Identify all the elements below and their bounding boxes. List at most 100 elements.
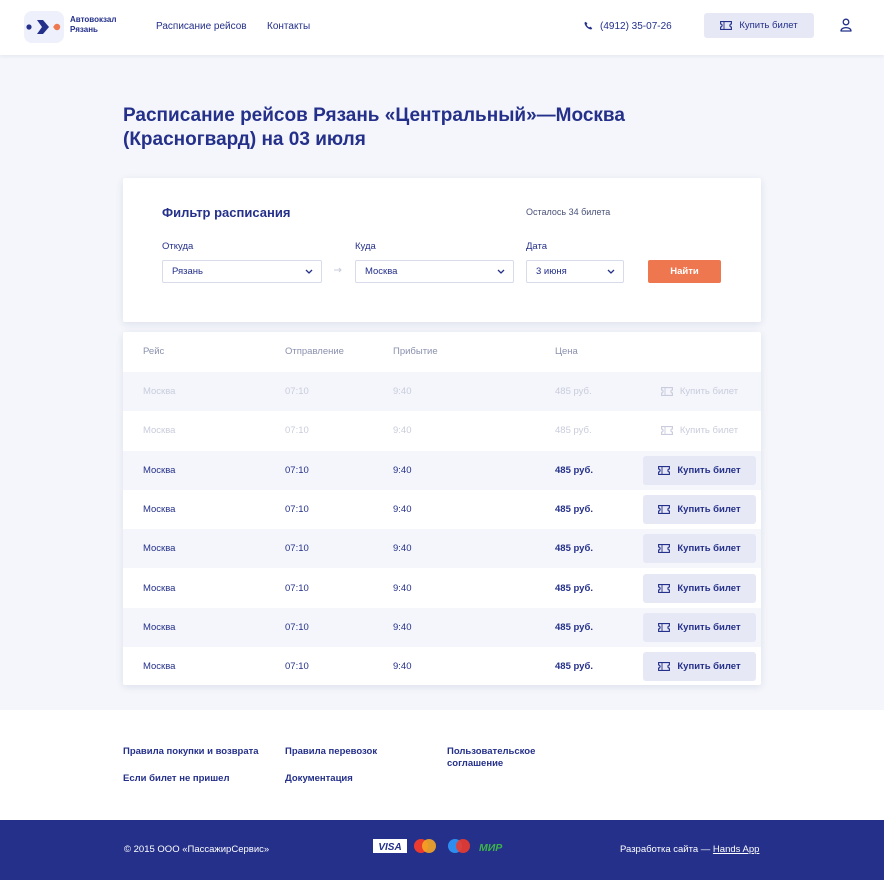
column-header-departure: Отправление — [285, 346, 344, 357]
cell-route: Москва — [143, 464, 176, 476]
from-label: Откуда — [162, 241, 194, 252]
table-row: Москва 07:10 9:40 485 руб. Купить билет — [123, 607, 761, 647]
date-select-value: 3 июня — [536, 266, 567, 277]
buy-ticket-label: Купить билет — [677, 543, 741, 555]
buy-ticket-label: Купить билет — [677, 621, 741, 633]
cell-route: Москва — [143, 582, 176, 594]
footer-bar: © 2015 ООО «ПассажирСервис» VISA МИР Раз… — [0, 820, 884, 880]
logo-icon — [26, 20, 61, 34]
site-header: Автовокзал Рязань Расписание рейсов Конт… — [0, 0, 884, 55]
date-select[interactable]: 3 июня — [526, 260, 624, 283]
table-row: Москва 07:10 9:40 485 руб. Купить билет — [123, 450, 761, 490]
column-header-route: Рейс — [143, 346, 165, 357]
ticket-icon — [658, 544, 671, 554]
visa-icon: VISA — [373, 839, 407, 853]
buy-ticket-button: Купить билет — [643, 416, 756, 445]
cell-arrival: 9:40 — [393, 621, 412, 633]
cell-price: 485 руб. — [555, 503, 593, 515]
cell-arrival: 9:40 — [393, 582, 412, 594]
cell-route: Москва — [143, 386, 176, 397]
svg-text:МИР: МИР — [479, 842, 503, 852]
table-row: Москва 07:10 9:40 485 руб. Купить билет — [123, 411, 761, 450]
header-buy-ticket-label: Купить билет — [739, 20, 798, 31]
to-label: Куда — [355, 241, 376, 252]
buy-ticket-button[interactable]: Купить билет — [643, 652, 756, 682]
buy-ticket-button[interactable]: Купить билет — [643, 534, 756, 564]
ticket-icon — [658, 465, 671, 475]
buy-ticket-button[interactable]: Купить билет — [643, 612, 756, 642]
cell-price: 485 руб. — [555, 582, 593, 594]
cell-price: 485 руб. — [555, 464, 593, 476]
to-select[interactable]: Москва — [355, 260, 514, 283]
cell-arrival: 9:40 — [393, 386, 412, 397]
cell-departure: 07:10 — [285, 661, 309, 673]
cell-departure: 07:10 — [285, 621, 309, 633]
table-row: Москва 07:10 9:40 485 руб. Купить билет — [123, 372, 761, 411]
cell-price: 485 руб. — [555, 661, 593, 673]
from-select[interactable]: Рязань — [162, 260, 322, 283]
user-icon[interactable] — [840, 18, 852, 32]
cell-arrival: 9:40 — [393, 661, 412, 673]
nav-contacts-link[interactable]: Контакты — [267, 21, 310, 32]
buy-ticket-label: Купить билет — [677, 582, 741, 594]
footer-link-user-agreement[interactable]: Пользовательское соглашение — [447, 746, 547, 770]
logo-line2: Рязань — [70, 25, 98, 34]
maestro-icon — [448, 839, 470, 853]
footer-link-ticket-not-received[interactable]: Если билет не пришел — [123, 773, 229, 785]
logo-text: Автовокзал Рязань — [70, 15, 116, 35]
ticket-icon — [658, 622, 671, 632]
cell-arrival: 9:40 — [393, 503, 412, 515]
buy-ticket-button[interactable]: Купить билет — [643, 573, 756, 603]
cell-route: Москва — [143, 425, 176, 437]
logo-line1: Автовокзал — [70, 15, 117, 24]
cell-route: Москва — [143, 621, 176, 633]
footer-link-transport-rules[interactable]: Правила перевозок — [285, 746, 377, 758]
buy-ticket-button[interactable]: Купить билет — [643, 494, 756, 524]
logo[interactable] — [24, 11, 64, 43]
cell-departure: 07:10 — [285, 425, 309, 437]
table-row: Москва 07:10 9:40 485 руб. Купить билет — [123, 529, 761, 569]
developer-credit-prefix: Разработка сайта — — [620, 844, 713, 855]
cell-route: Москва — [143, 661, 176, 673]
cell-price: 485 руб. — [555, 621, 593, 633]
table-header: Рейс Отправление Прибытие Цена — [123, 332, 761, 372]
header-buy-ticket-button[interactable]: Купить билет — [704, 13, 814, 38]
cell-price: 485 руб. — [555, 543, 593, 555]
cell-price: 485 руб. — [555, 425, 592, 437]
footer-link-purchase-rules[interactable]: Правила покупки и возврата — [123, 746, 259, 758]
ticket-icon — [720, 21, 733, 30]
tickets-left: Осталось 34 билета — [526, 207, 611, 217]
ticket-icon — [660, 387, 673, 396]
chevron-down-icon — [305, 269, 313, 274]
buy-ticket-label: Купить билет — [677, 503, 741, 515]
buy-ticket-button[interactable]: Купить билет — [643, 455, 756, 485]
buy-ticket-label: Купить билет — [679, 425, 739, 437]
ticket-icon — [658, 504, 671, 514]
phone-number: (4912) 35-07-26 — [600, 21, 672, 32]
schedule-table: Рейс Отправление Прибытие Цена Москва 07:… — [123, 332, 761, 685]
ticket-icon — [660, 426, 673, 436]
chevron-down-icon — [607, 269, 615, 274]
developer-credit: Разработка сайта — Hands App — [620, 844, 759, 855]
cell-route: Москва — [143, 543, 176, 555]
copyright: © 2015 ООО «ПассажирСервис» — [124, 844, 270, 855]
footer-link-documentation[interactable]: Документация — [285, 773, 353, 785]
table-row: Москва 07:10 9:40 485 руб. Купить билет — [123, 490, 761, 529]
ticket-icon — [658, 662, 671, 672]
phone[interactable]: (4912) 35-07-26 — [584, 21, 672, 32]
arrow-right-icon — [334, 267, 342, 273]
buy-ticket-button: Купить билет — [643, 377, 756, 406]
date-label: Дата — [526, 241, 548, 252]
developer-link[interactable]: Hands App — [713, 844, 759, 855]
from-select-value: Рязань — [172, 266, 204, 277]
cell-arrival: 9:40 — [393, 543, 412, 555]
cell-departure: 07:10 — [285, 543, 309, 555]
schedule-filter: Фильтр расписания Осталось 34 билета Отк… — [123, 178, 761, 322]
search-button[interactable]: Найти — [648, 260, 721, 283]
buy-ticket-label: Купить билет — [679, 386, 739, 397]
nav-schedule-link[interactable]: Расписание рейсов — [156, 21, 247, 32]
table-row: Москва 07:10 9:40 485 руб. Купить билет — [123, 647, 761, 685]
filter-title: Фильтр расписания — [162, 205, 291, 220]
phone-icon — [584, 21, 593, 30]
buy-ticket-label: Купить билет — [677, 661, 741, 673]
